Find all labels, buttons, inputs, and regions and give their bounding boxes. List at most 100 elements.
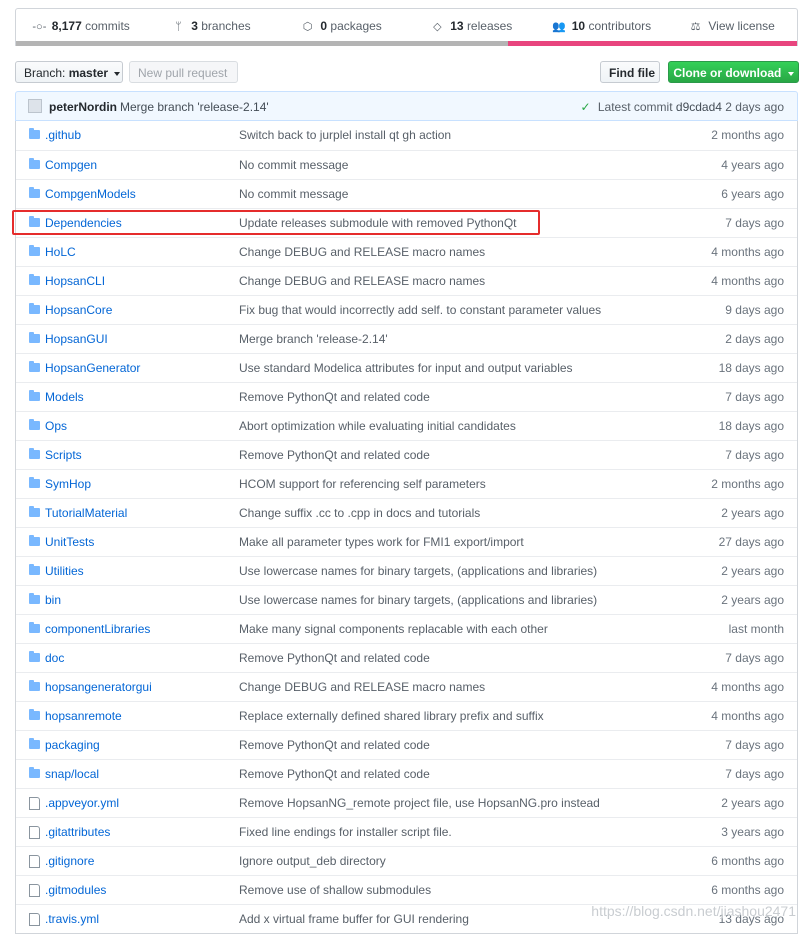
file-name-link[interactable]: SymHop	[45, 477, 91, 491]
commits-link[interactable]: -○- 8,177 commits	[16, 19, 146, 33]
language-segment-primary	[16, 41, 509, 46]
file-commit-message[interactable]: Make all parameter types work for FMI1 e…	[239, 535, 524, 549]
file-name-link[interactable]: .gitignore	[45, 854, 94, 868]
file-commit-message[interactable]: Remove use of shallow submodules	[239, 883, 431, 897]
check-icon: ✓	[580, 100, 591, 114]
file-commit-age: 4 months ago	[711, 274, 784, 288]
file-row: HopsanGenerator Use standard Modelica att…	[16, 353, 797, 382]
commit-message[interactable]: Merge branch 'release-2.14'	[120, 100, 269, 114]
find-file-button[interactable]: Find file	[600, 61, 660, 83]
file-commit-message[interactable]: Ignore output_deb directory	[239, 854, 386, 868]
file-commit-message[interactable]: Change suffix .cc to .cpp in docs and tu…	[239, 506, 480, 520]
file-name-link[interactable]: hopsanremote	[45, 709, 122, 723]
packages-count: 0	[320, 18, 328, 33]
contributors-link[interactable]: 👥 10 contributors	[537, 19, 667, 33]
file-name-link[interactable]: HopsanCLI	[45, 274, 105, 288]
file-row: HopsanCLI Change DEBUG and RELEASE macro …	[16, 266, 797, 295]
file-commit-message[interactable]: Replace externally defined shared librar…	[239, 709, 544, 723]
commit-sha[interactable]: d9cdad4	[676, 100, 722, 114]
file-row: .appveyor.yml Remove HopsanNG_remote proj…	[16, 788, 797, 817]
file-name-link[interactable]: .github	[45, 128, 81, 142]
file-name-link[interactable]: HopsanGUI	[45, 332, 108, 346]
file-commit-message[interactable]: Use standard Modelica attributes for inp…	[239, 361, 573, 375]
avatar[interactable]	[28, 99, 42, 113]
folder-icon	[29, 448, 40, 459]
file-commit-message[interactable]: HCOM support for referencing self parame…	[239, 477, 486, 491]
folder-icon	[29, 361, 40, 372]
branches-link[interactable]: ᛘ 3 branches	[146, 19, 276, 33]
file-commit-message[interactable]: Switch back to jurplel install qt gh act…	[239, 128, 451, 142]
file-name-link[interactable]: bin	[45, 593, 61, 607]
folder-icon	[29, 767, 40, 778]
file-commit-message[interactable]: Change DEBUG and RELEASE macro names	[239, 274, 485, 288]
file-name-link[interactable]: HopsanCore	[45, 303, 112, 317]
file-commit-message[interactable]: Update releases submodule with removed P…	[239, 216, 516, 230]
file-name-link[interactable]: HopsanGenerator	[45, 361, 140, 375]
folder-icon	[29, 680, 40, 691]
file-name-link[interactable]: HoLC	[45, 245, 76, 259]
people-icon: 👥	[552, 20, 567, 33]
file-commit-message[interactable]: Use lowercase names for binary targets, …	[239, 564, 597, 578]
file-commit-message[interactable]: Remove PythonQt and related code	[239, 448, 430, 462]
file-commit-age: 7 days ago	[725, 767, 784, 781]
file-name-link[interactable]: doc	[45, 651, 64, 665]
file-commit-message[interactable]: Remove HopsanNG_remote project file, use…	[239, 796, 600, 810]
file-commit-message[interactable]: Fixed line endings for installer script …	[239, 825, 452, 839]
releases-link[interactable]: ◇ 13 releases	[407, 19, 537, 33]
folder-icon	[29, 419, 40, 430]
file-name-link[interactable]: Utilities	[45, 564, 84, 578]
license-link[interactable]: ⚖ View license	[667, 19, 797, 33]
file-commit-message[interactable]: No commit message	[239, 158, 348, 172]
file-commit-message[interactable]: Remove PythonQt and related code	[239, 651, 430, 665]
file-row: Ops Abort optimization while evaluating i…	[16, 411, 797, 440]
file-commit-message[interactable]: Remove PythonQt and related code	[239, 738, 430, 752]
file-name-link[interactable]: Ops	[45, 419, 67, 433]
caret-down-icon	[787, 71, 794, 76]
file-commit-message[interactable]: Merge branch 'release-2.14'	[239, 332, 388, 346]
file-commit-age: 4 years ago	[721, 158, 784, 172]
package-icon: ⬡	[302, 20, 313, 33]
packages-link[interactable]: ⬡ 0 packages	[276, 19, 406, 33]
file-commit-message[interactable]: Abort optimization while evaluating init…	[239, 419, 516, 433]
tag-icon: ◇	[433, 20, 442, 33]
file-name-link[interactable]: .gitmodules	[45, 883, 106, 897]
file-name-link[interactable]: .appveyor.yml	[45, 796, 119, 810]
file-commit-age: 7 days ago	[725, 216, 784, 230]
file-name-link[interactable]: hopsangeneratorgui	[45, 680, 152, 694]
file-commit-age: 7 days ago	[725, 448, 784, 462]
file-commit-message[interactable]: Fix bug that would incorrectly add self.…	[239, 303, 601, 317]
file-row: doc Remove PythonQt and related code 7 day…	[16, 643, 797, 672]
new-pull-request-button[interactable]: New pull request	[129, 61, 238, 83]
file-commit-message[interactable]: No commit message	[239, 187, 348, 201]
file-name-link[interactable]: CompgenModels	[45, 187, 136, 201]
file-icon	[29, 797, 40, 810]
branch-select-button[interactable]: Branch: master	[15, 61, 123, 83]
file-name-link[interactable]: Dependencies	[45, 216, 122, 230]
commit-author[interactable]: peterNordin	[49, 100, 117, 114]
file-name-link[interactable]: componentLibraries	[45, 622, 150, 636]
file-commit-message[interactable]: Change DEBUG and RELEASE macro names	[239, 680, 485, 694]
file-name-link[interactable]: UnitTests	[45, 535, 94, 549]
branches-label: branches	[201, 18, 251, 33]
file-name-link[interactable]: snap/local	[45, 767, 99, 781]
file-name-link[interactable]: Scripts	[45, 448, 82, 462]
clone-download-button[interactable]: Clone or download	[668, 61, 799, 83]
contributors-count: 10	[571, 18, 586, 33]
file-name-link[interactable]: .travis.yml	[45, 912, 99, 926]
branches-count: 3	[191, 18, 198, 33]
file-name-link[interactable]: Compgen	[45, 158, 97, 172]
file-commit-age: 2 years ago	[721, 796, 784, 810]
file-name-link[interactable]: .gitattributes	[45, 825, 110, 839]
file-row: UnitTests Make all parameter types work f…	[16, 527, 797, 556]
file-commit-message[interactable]: Remove PythonQt and related code	[239, 767, 430, 781]
file-name-link[interactable]: Models	[45, 390, 84, 404]
language-bar[interactable]	[16, 41, 797, 46]
file-name-link[interactable]: packaging	[45, 738, 100, 752]
file-commit-message[interactable]: Change DEBUG and RELEASE macro names	[239, 245, 485, 259]
file-commit-message[interactable]: Remove PythonQt and related code	[239, 390, 430, 404]
file-commit-message[interactable]: Use lowercase names for binary targets, …	[239, 593, 597, 607]
file-commit-message[interactable]: Add x virtual frame buffer for GUI rende…	[239, 912, 469, 926]
file-commit-message[interactable]: Make many signal components replacable w…	[239, 622, 548, 636]
file-commit-age: 2 days ago	[725, 332, 784, 346]
file-name-link[interactable]: TutorialMaterial	[45, 506, 127, 520]
